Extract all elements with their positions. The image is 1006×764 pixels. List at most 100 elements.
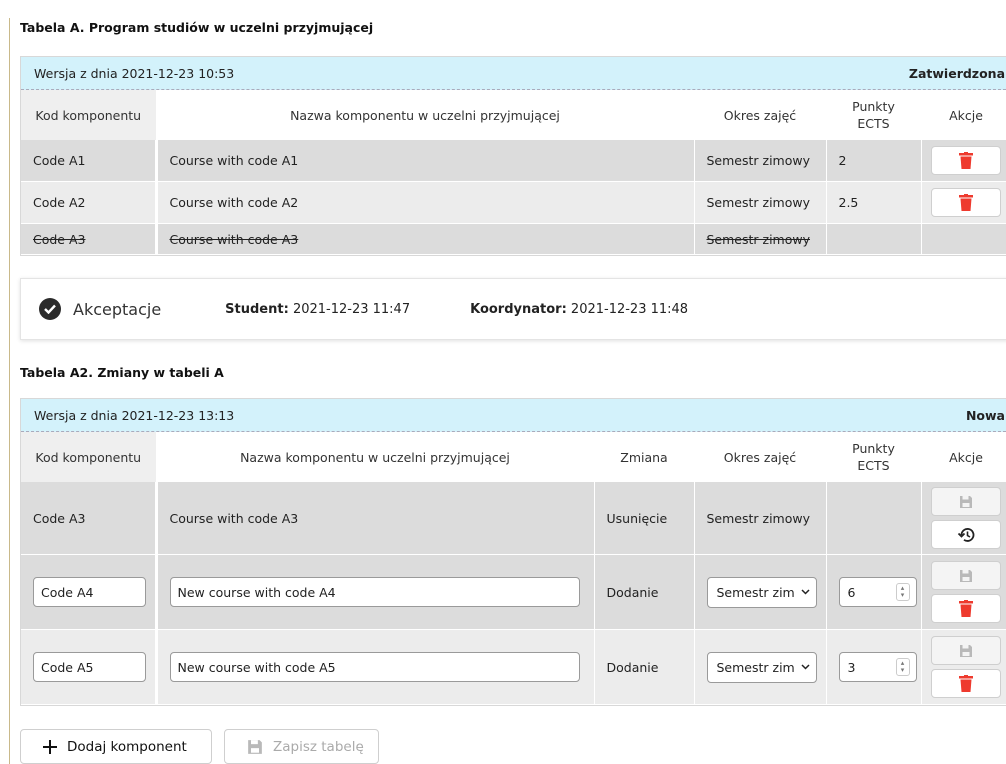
cell-code: Code A4 bbox=[21, 554, 158, 630]
table-a2-version: Wersja z dnia 2021-12-23 13:13 bbox=[34, 407, 235, 423]
save-icon bbox=[960, 569, 972, 582]
cell-period: Semestr zimowy bbox=[694, 181, 827, 224]
student-label: Student: bbox=[225, 301, 289, 317]
col-ects-line1: Punkty bbox=[852, 99, 895, 114]
action-stack bbox=[922, 559, 1006, 625]
chevron-down-icon bbox=[800, 664, 810, 670]
cell-name: New course with code A4 bbox=[156, 554, 595, 630]
cell-name: New course with code A5 bbox=[156, 629, 595, 705]
action-stack bbox=[922, 634, 1006, 700]
action-stack bbox=[922, 485, 1006, 551]
ects-input-value: 6 bbox=[847, 584, 856, 600]
ects-input[interactable]: 3 ▴ ▾ bbox=[838, 652, 917, 682]
table-a-status: Zatwierdzona bbox=[908, 65, 1005, 81]
delete-button[interactable] bbox=[931, 188, 1001, 217]
student-acceptance: Student: 2021-12-23 11:47 bbox=[225, 302, 410, 317]
coordinator-label: Koordynator: bbox=[470, 301, 567, 317]
restore-button[interactable] bbox=[931, 520, 1001, 549]
add-component-label: Dodaj komponent bbox=[67, 738, 187, 755]
code-input[interactable]: Code A4 bbox=[33, 577, 146, 607]
cell-actions bbox=[921, 140, 1006, 182]
cell-ects: 3 ▴ ▾ bbox=[826, 629, 922, 705]
cell-code: Code A5 bbox=[21, 629, 158, 705]
table-a: Kod komponentu Nazwa komponentu w uczeln… bbox=[21, 90, 1006, 255]
col-period: Okres zajęć bbox=[694, 432, 827, 482]
left-rule bbox=[9, 18, 10, 764]
col-actions: Akcje bbox=[921, 432, 1006, 482]
trash-icon bbox=[959, 194, 973, 211]
cell-code: Code A2 bbox=[21, 181, 158, 224]
cell-ects: 6 ▴ ▾ bbox=[826, 554, 922, 630]
stepper-icon[interactable]: ▴ ▾ bbox=[895, 658, 910, 676]
cell-actions bbox=[921, 482, 1006, 555]
cell-actions bbox=[921, 181, 1006, 224]
delete-button[interactable] bbox=[931, 146, 1001, 175]
name-input[interactable]: New course with code A4 bbox=[169, 577, 580, 607]
col-period: Okres zajęć bbox=[694, 90, 827, 140]
save-table-label: Zapisz tabelę bbox=[273, 738, 364, 755]
cell-ects: 2 bbox=[826, 140, 922, 182]
cell-name: Course with code A2 bbox=[156, 181, 695, 224]
table-a2-title: Tabela A2. Zmiany w tabeli A bbox=[20, 365, 224, 380]
delete-button[interactable] bbox=[931, 594, 1001, 623]
col-ects-line2: ECTS bbox=[857, 116, 890, 131]
trash-icon bbox=[959, 600, 973, 617]
period-select[interactable]: Semestr zim bbox=[706, 651, 817, 683]
delete-button[interactable] bbox=[931, 669, 1001, 698]
cell-ects bbox=[826, 482, 922, 555]
plus-icon bbox=[43, 739, 57, 754]
table-row: Code A2 Course with code A2 Semestr zimo… bbox=[21, 181, 1006, 224]
table-a2-version-bar: Wersja z dnia 2021-12-23 13:13 Nowa bbox=[21, 399, 1006, 432]
name-input[interactable]: New course with code A5 bbox=[169, 652, 580, 682]
table-row: Code A3 Course with code A3 Usunięcie Se… bbox=[21, 482, 1006, 555]
stepper-icon[interactable]: ▴ ▾ bbox=[895, 583, 910, 601]
trash-icon bbox=[959, 675, 973, 692]
table-a-header-row: Kod komponentu Nazwa komponentu w uczeln… bbox=[21, 90, 1006, 140]
save-row-button[interactable] bbox=[931, 487, 1001, 516]
col-ects: Punkty ECTS bbox=[826, 432, 922, 482]
cell-code: Code A1 bbox=[21, 140, 158, 182]
coordinator-date: 2021-12-23 11:48 bbox=[570, 301, 689, 317]
save-table-button[interactable]: Zapisz tabelę bbox=[224, 729, 379, 764]
table-a-title: Tabela A. Program studiów w uczelni przy… bbox=[20, 20, 374, 35]
col-change: Zmiana bbox=[594, 432, 695, 482]
coordinator-acceptance: Koordynator: 2021-12-23 11:48 bbox=[470, 302, 688, 317]
cell-change: Dodanie bbox=[594, 554, 695, 630]
cell-period: Semestr zim bbox=[694, 629, 827, 705]
cell-period: Semestr zimowy bbox=[694, 140, 827, 182]
ects-input[interactable]: 6 ▴ ▾ bbox=[838, 577, 917, 607]
cell-actions bbox=[921, 223, 1006, 255]
cell-period: Semestr zim bbox=[694, 554, 827, 630]
table-a-version-bar: Wersja z dnia 2021-12-23 10:53 Zatwierdz… bbox=[21, 57, 1006, 90]
period-select-value: Semestr zim bbox=[716, 584, 795, 600]
table-a2-panel: Wersja z dnia 2021-12-23 13:13 Nowa Kod … bbox=[20, 398, 1006, 706]
table-row: Code A5 New course with code A5 Dodanie … bbox=[21, 629, 1006, 705]
table-row-removed: Code A3 Course with code A3 Semestr zimo… bbox=[21, 223, 1006, 255]
trash-icon bbox=[959, 152, 973, 169]
save-icon bbox=[248, 739, 262, 754]
student-date: 2021-12-23 11:47 bbox=[292, 301, 411, 317]
save-row-button[interactable] bbox=[931, 561, 1001, 590]
cell-change: Dodanie bbox=[594, 629, 695, 705]
period-select[interactable]: Semestr zim bbox=[706, 576, 817, 608]
table-a-version: Wersja z dnia 2021-12-23 10:53 bbox=[34, 65, 235, 81]
cell-ects: 2.5 bbox=[826, 181, 922, 224]
cell-name: Course with code A3 bbox=[156, 482, 595, 555]
col-code: Kod komponentu bbox=[21, 432, 157, 482]
col-ects-line2: ECTS bbox=[857, 458, 890, 473]
cell-name: Course with code A1 bbox=[156, 140, 695, 182]
cell-period: Semestr zimowy bbox=[694, 482, 827, 555]
add-component-button[interactable]: Dodaj komponent bbox=[20, 729, 212, 764]
table-a2: Kod komponentu Nazwa komponentu w uczeln… bbox=[21, 432, 1006, 705]
table-a-panel: Wersja z dnia 2021-12-23 10:53 Zatwierdz… bbox=[20, 56, 1006, 256]
cell-code: Code A3 bbox=[21, 482, 158, 555]
col-name: Nazwa komponentu w uczelni przyjmującej bbox=[156, 90, 695, 140]
col-ects-line1: Punkty bbox=[852, 441, 895, 456]
ects-input-value: 3 bbox=[847, 659, 856, 675]
code-input[interactable]: Code A5 bbox=[33, 652, 146, 682]
period-select-value: Semestr zim bbox=[716, 659, 795, 675]
save-row-button[interactable] bbox=[931, 636, 1001, 665]
cell-actions bbox=[921, 554, 1006, 630]
cell-code: Code A3 bbox=[21, 223, 158, 255]
check-circle-icon bbox=[39, 298, 61, 320]
